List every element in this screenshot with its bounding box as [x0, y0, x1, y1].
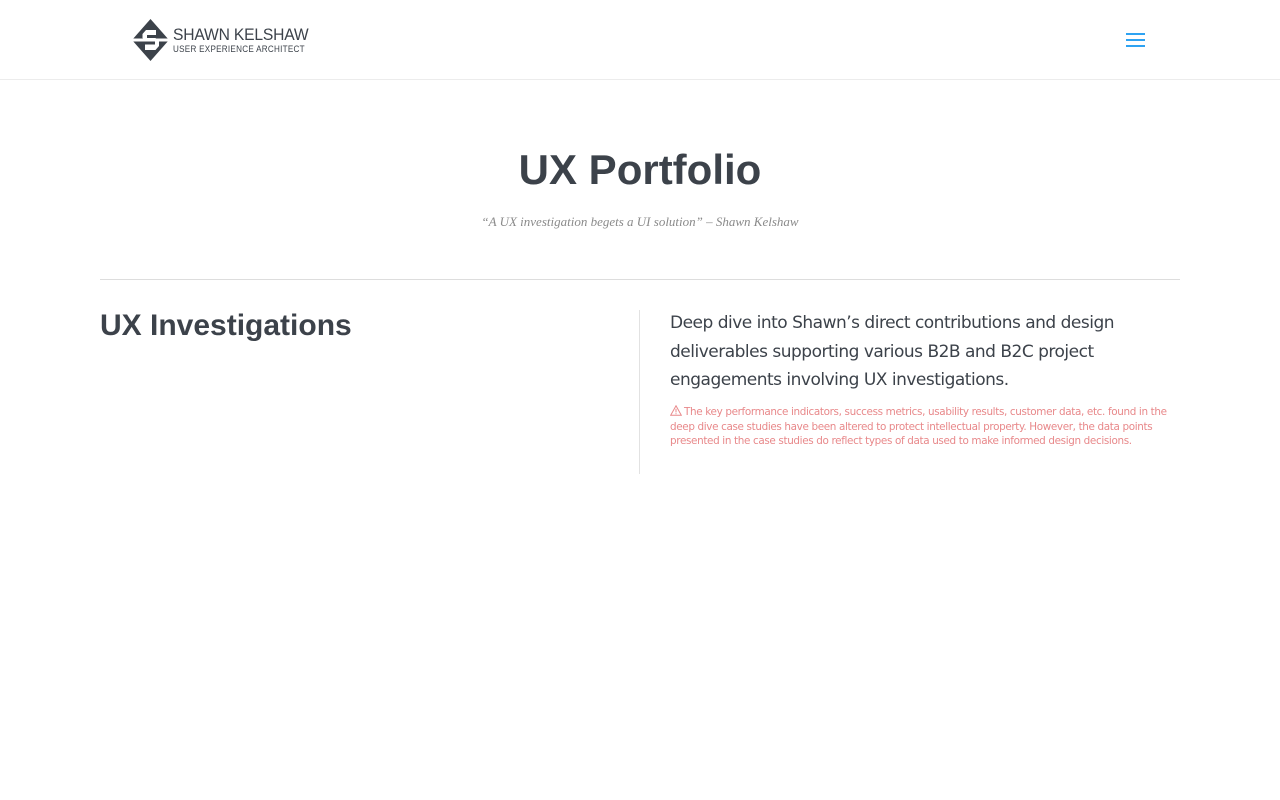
column-divider — [639, 310, 640, 474]
logo-text: SHAWN KELSHAW USER EXPERIENCE ARCHITECT — [173, 24, 320, 55]
logo-name: SHAWN KELSHAW — [173, 24, 309, 44]
site-logo-link[interactable]: SHAWN KELSHAW USER EXPERIENCE ARCHITECT — [132, 19, 320, 61]
section-description: Deep dive into Shawn’s direct contributi… — [670, 313, 1115, 390]
section-divider — [100, 279, 1180, 280]
page-title: UX Portfolio — [518, 146, 762, 193]
menu-bar-middle — [1126, 39, 1145, 41]
logo-tagline: USER EXPERIENCE ARCHITECT — [173, 43, 305, 54]
diamond-s-logo-icon — [132, 19, 169, 61]
hamburger-menu-icon[interactable] — [1124, 28, 1148, 52]
disclaimer-note: The key performance indicators, success … — [670, 405, 1168, 449]
disclaimer-text: The key performance indicators, success … — [670, 406, 1167, 447]
warning-icon — [670, 405, 682, 416]
menu-bar-top — [1126, 33, 1145, 35]
page-quote: “A UX investigation begets a UI solution… — [481, 214, 799, 229]
section-heading: UX Investigations — [100, 309, 352, 342]
site-header: SHAWN KELSHAW USER EXPERIENCE ARCHITECT — [0, 0, 1280, 80]
menu-bar-bottom — [1126, 45, 1145, 47]
